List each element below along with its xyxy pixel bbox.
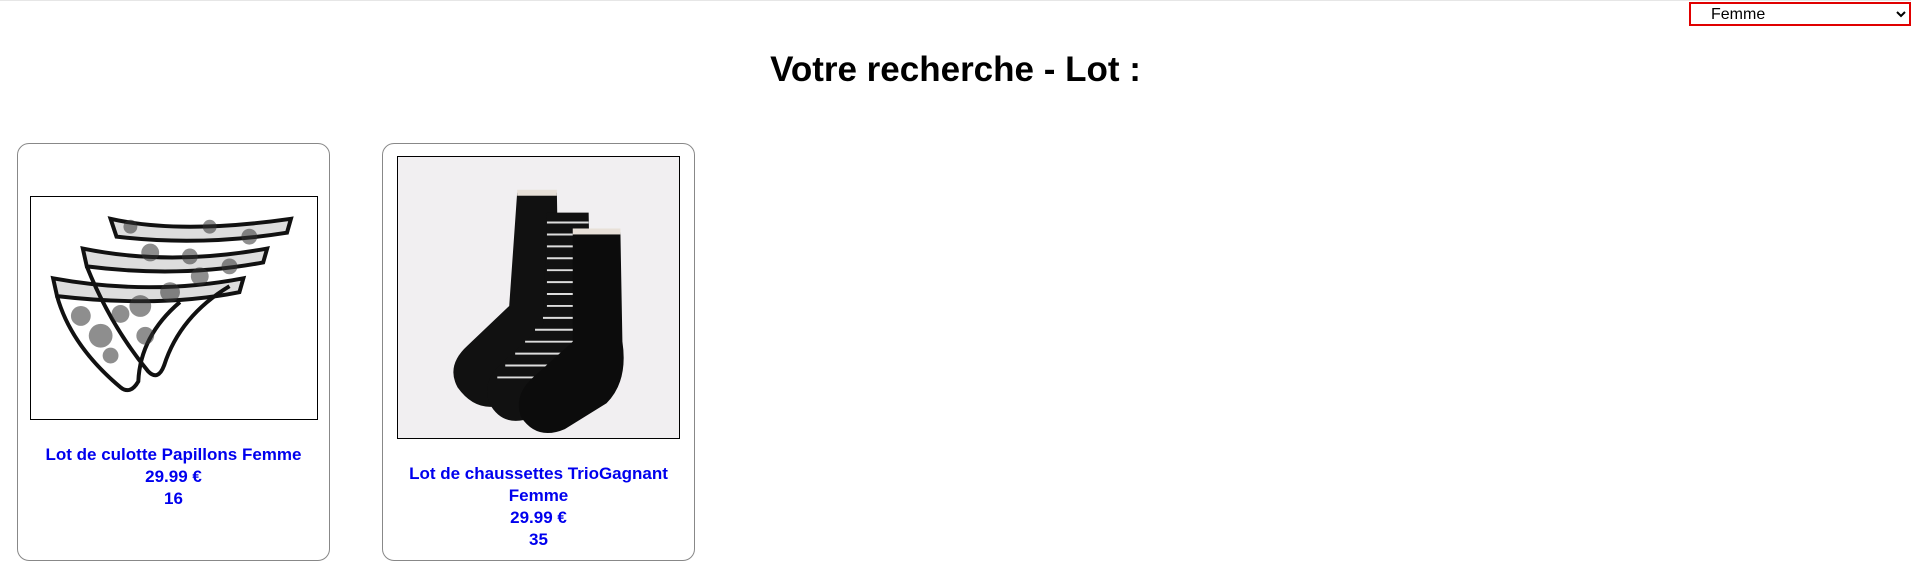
product-name-link[interactable]: Lot de chaussettes TrioGagnant Femme (383, 463, 694, 507)
product-price: 29.99 € (145, 467, 202, 486)
top-divider (0, 0, 1911, 1)
lace-panties-image (50, 216, 294, 393)
socks-image (453, 189, 624, 434)
product-name-link[interactable]: Lot de culotte Papillons Femme (18, 444, 329, 466)
product-card[interactable]: Lot de chaussettes TrioGagnant Femme 29.… (382, 143, 695, 561)
category-select[interactable]: Femme (1689, 2, 1911, 26)
product-info: Lot de culotte Papillons Femme 29.99 € 1… (18, 444, 329, 510)
product-info: Lot de chaussettes TrioGagnant Femme 29.… (383, 463, 694, 551)
product-card[interactable]: Lot de culotte Papillons Femme 29.99 € 1… (17, 143, 330, 561)
product-stock: 16 (164, 489, 183, 508)
product-image[interactable] (397, 156, 680, 439)
product-image[interactable] (30, 196, 318, 420)
product-price: 29.99 € (510, 508, 567, 527)
page-title: Votre recherche - Lot : (770, 50, 1141, 89)
product-stock: 35 (529, 530, 548, 549)
